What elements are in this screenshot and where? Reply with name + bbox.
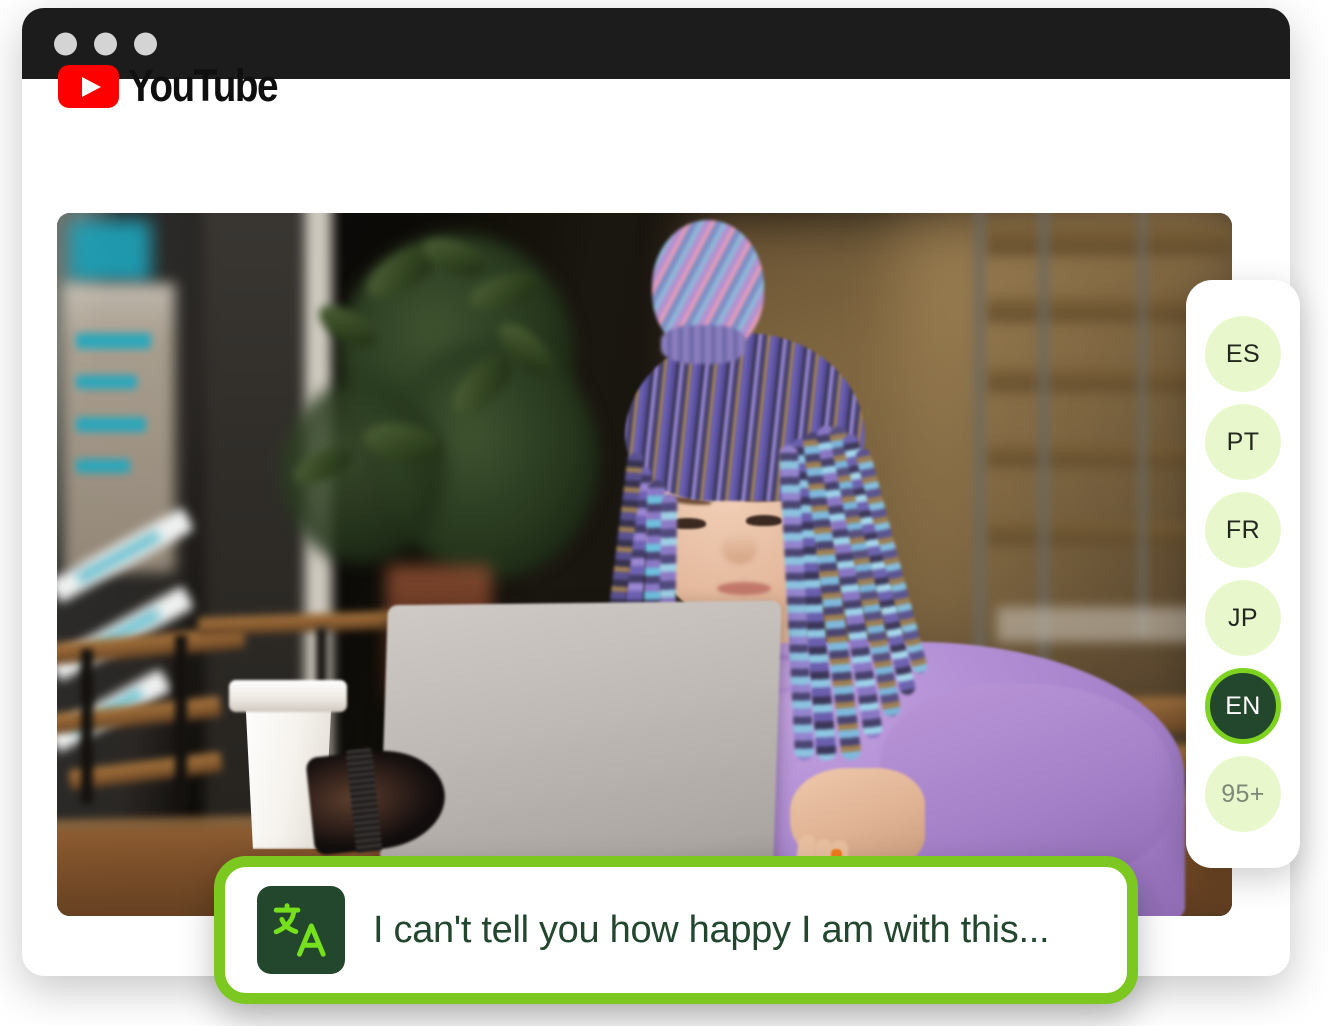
- screenshot-root: YouTube ES PT FR JP EN 95+ I can't tell …: [0, 0, 1328, 1026]
- maximize-icon[interactable]: [134, 32, 157, 55]
- translate-icon[interactable]: [257, 886, 345, 974]
- browser-window: YouTube: [22, 8, 1290, 976]
- video-photo: [57, 213, 1232, 916]
- language-pill-jp[interactable]: JP: [1205, 580, 1281, 656]
- video-thumbnail[interactable]: [57, 213, 1232, 916]
- language-pill-en-selected[interactable]: EN: [1205, 668, 1281, 744]
- caption-bar[interactable]: I can't tell you how happy I am with thi…: [214, 856, 1138, 1004]
- language-pill-more[interactable]: 95+: [1205, 756, 1281, 832]
- language-selector-panel[interactable]: ES PT FR JP EN 95+: [1186, 280, 1300, 868]
- language-pill-es[interactable]: ES: [1205, 316, 1281, 392]
- window-controls[interactable]: [54, 32, 157, 55]
- caption-text: I can't tell you how happy I am with thi…: [373, 908, 1050, 951]
- youtube-logo[interactable]: YouTube: [58, 60, 301, 112]
- minimize-icon[interactable]: [94, 32, 117, 55]
- close-icon[interactable]: [54, 32, 77, 55]
- language-pill-fr[interactable]: FR: [1205, 492, 1281, 568]
- youtube-play-icon: [58, 64, 119, 108]
- youtube-wordmark: YouTube: [128, 60, 279, 111]
- language-pill-pt[interactable]: PT: [1205, 404, 1281, 480]
